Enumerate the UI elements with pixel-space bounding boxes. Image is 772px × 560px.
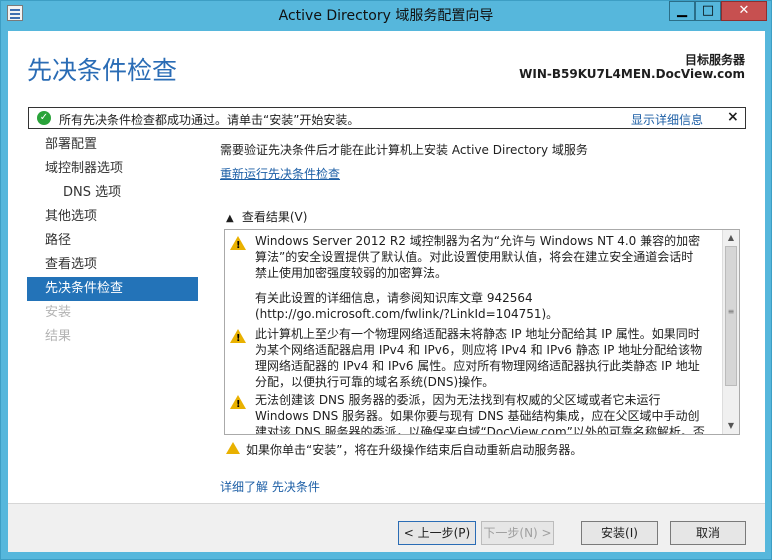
maximize-button[interactable]: □ — [695, 1, 721, 21]
results-scrollbar[interactable]: ▲ ≡ ▼ — [722, 230, 739, 434]
previous-button[interactable]: < 上一步(P) — [398, 521, 476, 545]
title-bar[interactable]: Active Directory 域服务配置向导 ▁ □ ✕ — [1, 1, 771, 27]
grip-icon: ≡ — [727, 307, 735, 316]
result-item: Windows Server 2012 R2 域控制器为名为“允许与 Windo… — [225, 233, 725, 281]
warning-icon — [226, 442, 240, 454]
show-details-link[interactable]: 显示详细信息 — [631, 111, 703, 128]
nav-item-results: 结果 — [45, 329, 72, 344]
nav-item-installation: 安装 — [45, 305, 72, 320]
results-expander[interactable]: ▲ 查看结果(V) — [226, 208, 307, 225]
next-button[interactable]: 下一步(N) > — [481, 521, 554, 545]
target-server-label: 目标服务器 — [684, 53, 745, 67]
notification-bar: ✓ 所有先决条件检查都成功通过。请单击“安装”开始安装。 显示详细信息 × — [28, 107, 746, 129]
wizard-nav: 部署配置 域控制器选项 DNS 选项 其他选项 路径 查看选项 先决条件检查 安… — [27, 133, 198, 349]
nav-item-prerequisites[interactable]: 先决条件检查 — [27, 277, 198, 301]
page-title: 先决条件检查 — [27, 56, 178, 85]
nav-item-additional-options[interactable]: 其他选项 — [27, 205, 198, 229]
install-warning: 如果你单击“安装”，将在升级操作结束后自动重新启动服务器。 — [226, 441, 582, 458]
success-check-icon: ✓ — [37, 111, 51, 125]
wizard-client-area: 先决条件检查 目标服务器 WIN-B59KU7L4MEN.DocView.com… — [8, 31, 765, 552]
collapse-caret-icon: ▲ — [226, 213, 234, 224]
learn-more-link[interactable]: 详细了解 先决条件 — [220, 478, 320, 495]
warning-icon — [230, 395, 246, 413]
requirement-text: 需要验证先决条件后才能在此计算机上安装 Active Directory 域服务 — [220, 143, 588, 157]
scroll-up-arrow-icon[interactable]: ▲ — [723, 230, 739, 246]
install-button[interactable]: 安装(I) — [581, 521, 658, 545]
wizard-window: Active Directory 域服务配置向导 ▁ □ ✕ 先决条件检查 目标… — [0, 0, 772, 560]
nav-item-dc-options[interactable]: 域控制器选项 — [27, 157, 198, 181]
warning-icon — [230, 329, 246, 347]
result-text: 无法创建该 DNS 服务器的委派，因为无法找到有权威的父区域或者它未运行 Win… — [255, 393, 705, 435]
result-item: 此计算机上至少有一个物理网络适配器未将静态 IP 地址分配给其 IP 属性。如果… — [225, 326, 725, 390]
result-item: 有关此设置的详细信息，请参阅知识库文章 942564 (http://go.mi… — [225, 290, 725, 322]
rerun-prerequisites-link[interactable]: 重新运行先决条件检查 — [220, 165, 750, 182]
results-header-label: 查看结果(V) — [241, 210, 308, 224]
scroll-thumb[interactable]: ≡ — [725, 246, 737, 386]
minimize-button[interactable]: ▁ — [669, 1, 695, 21]
close-window-button[interactable]: ✕ — [721, 1, 767, 21]
dismiss-notification-icon[interactable]: × — [727, 109, 739, 125]
result-text: 有关此设置的详细信息，请参阅知识库文章 942564 (http://go.mi… — [255, 291, 559, 321]
results-list[interactable]: Windows Server 2012 R2 域控制器为名为“允许与 Windo… — [224, 229, 740, 435]
window-title: Active Directory 域服务配置向导 — [278, 8, 494, 24]
nav-item-review-options[interactable]: 查看选项 — [27, 253, 198, 277]
cancel-button[interactable]: 取消 — [670, 521, 746, 545]
result-item: 无法创建该 DNS 服务器的委派，因为无法找到有权威的父区域或者它未运行 Win… — [225, 392, 725, 435]
nav-item-dns-options[interactable]: DNS 选项 — [27, 181, 198, 205]
install-warning-text: 如果你单击“安装”，将在升级操作结束后自动重新启动服务器。 — [246, 443, 583, 457]
main-content: 需要验证先决条件后才能在此计算机上安装 Active Directory 域服务… — [220, 141, 750, 494]
nav-item-deployment[interactable]: 部署配置 — [27, 133, 198, 157]
notification-message: 所有先决条件检查都成功通过。请单击“安装”开始安装。 — [59, 113, 360, 127]
result-text: 此计算机上至少有一个物理网络适配器未将静态 IP 地址分配给其 IP 属性。如果… — [255, 327, 703, 389]
warning-icon — [230, 236, 246, 254]
scroll-down-arrow-icon[interactable]: ▼ — [723, 418, 739, 434]
target-server-name: WIN-B59KU7L4MEN.DocView.com — [519, 67, 745, 81]
nav-item-paths[interactable]: 路径 — [27, 229, 198, 253]
result-text: Windows Server 2012 R2 域控制器为名为“允许与 Windo… — [255, 234, 701, 280]
